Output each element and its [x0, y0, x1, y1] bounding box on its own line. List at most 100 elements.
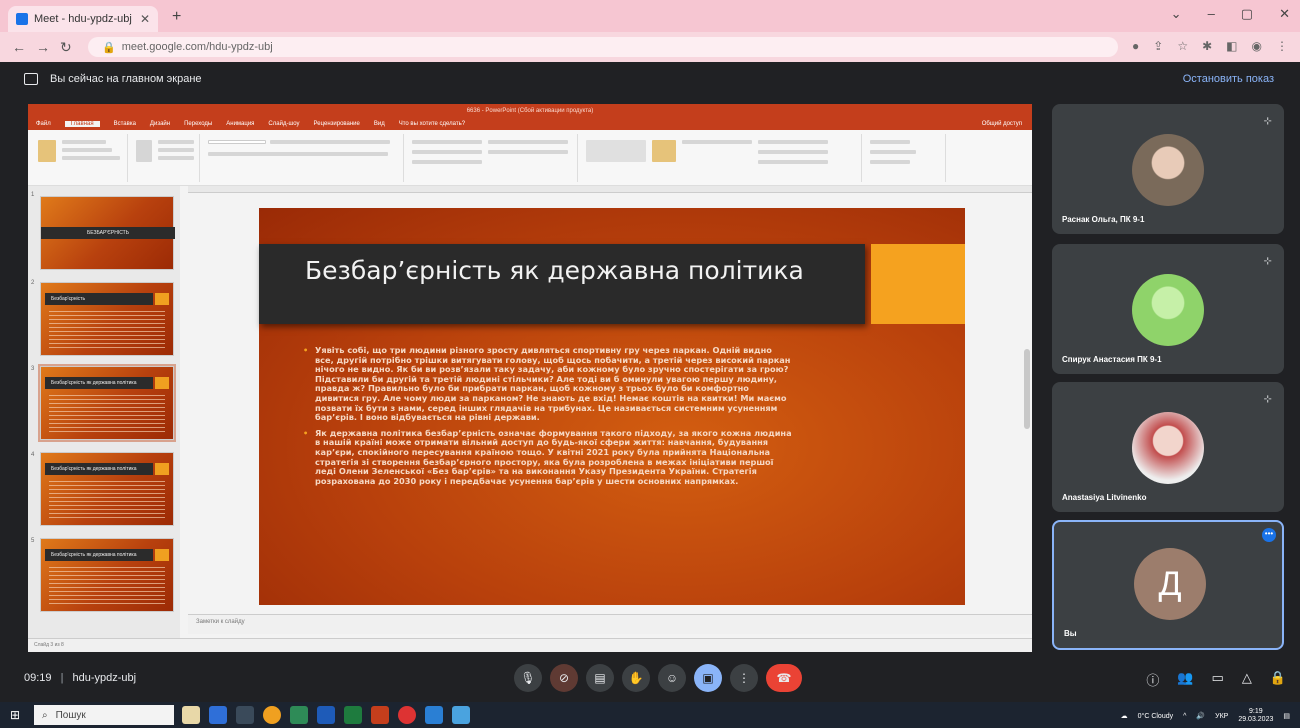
back-icon[interactable]: ← — [12, 39, 26, 55]
ppt-tab-design[interactable]: Дизайн — [150, 121, 170, 127]
chrome-icon[interactable] — [263, 706, 281, 724]
tab-title: Meet - hdu-ypdz-ubj — [34, 13, 132, 25]
captions-icon[interactable]: ▤ — [586, 664, 614, 692]
language[interactable]: УКР — [1215, 713, 1228, 720]
self-tile[interactable]: ••• Д Вы — [1052, 520, 1284, 650]
stop-presenting-button[interactable]: Остановить показ — [1183, 73, 1274, 85]
slide-thumbnail[interactable]: БЕЗБАР'ЄРНІСТЬ — [40, 196, 175, 270]
pin-icon[interactable]: ⊹ — [1264, 394, 1272, 405]
pin-icon[interactable]: ⊹ — [1264, 256, 1272, 267]
ppt-tab-home[interactable]: Главная — [64, 121, 100, 127]
camera-off-icon[interactable]: ⊘ — [550, 664, 578, 692]
present-screen-icon — [24, 73, 38, 85]
pin-icon[interactable]: ⊹ — [1264, 116, 1272, 127]
ppt-tab-animation[interactable]: Анимация — [226, 121, 254, 127]
ppt-share[interactable]: Общий доступ — [982, 121, 1022, 127]
emoji-icon[interactable]: ☺ — [658, 664, 686, 692]
ppt-tab-file[interactable]: Файл — [36, 121, 51, 127]
new-tab-icon[interactable]: + — [172, 8, 181, 26]
share-icon[interactable]: ⇪ — [1153, 39, 1163, 53]
excel-icon[interactable] — [344, 706, 362, 724]
notes-placeholder: Заметки к слайду — [196, 619, 245, 625]
minimize-icon[interactable]: – — [1208, 6, 1215, 22]
ppt-tab-insert[interactable]: Вставка — [114, 121, 136, 127]
close-tab-icon[interactable]: ✕ — [140, 12, 150, 26]
participant-tile[interactable]: ⊹ Раснак Ольга, ПК 9-1 — [1052, 104, 1284, 234]
more-options-icon[interactable]: ⋮ — [730, 664, 758, 692]
reload-icon[interactable]: ↻ — [60, 39, 72, 56]
ppt-tab-slideshow[interactable]: Слайд-шоу — [268, 121, 299, 127]
menu-icon[interactable]: ⋮ — [1276, 39, 1288, 53]
participant-tile[interactable]: ⊹ Anastasiya Litvinenko — [1052, 382, 1284, 512]
extensions-icon[interactable]: ✱ — [1202, 39, 1212, 53]
participant-tile[interactable]: ⊹ Спирук Анастасия ПК 9-1 — [1052, 244, 1284, 374]
app-icon[interactable] — [452, 706, 470, 724]
clock[interactable]: 9:19 29.03.2023 — [1238, 708, 1273, 724]
close-window-icon[interactable]: ✕ — [1279, 6, 1290, 22]
slide-thumbnail-selected[interactable]: Безбар'єрність як державна політика — [38, 364, 176, 442]
thumb-number: 1 — [31, 192, 35, 198]
slide-accent-block — [871, 244, 965, 324]
lock-icon: 🔒 — [102, 41, 116, 54]
people-icon[interactable]: 👥 — [1177, 670, 1193, 689]
more-options-icon[interactable]: ••• — [1262, 528, 1276, 542]
end-call-icon[interactable]: ☎ — [766, 664, 802, 692]
ppt-tab-review[interactable]: Рецензирование — [314, 121, 360, 127]
ribbon-group-drawing — [582, 134, 862, 182]
present-screen-icon[interactable]: ▣ — [694, 664, 722, 692]
sidepanel-icon[interactable]: ◧ — [1226, 39, 1237, 53]
tray-chevron-icon[interactable]: ^ — [1183, 713, 1186, 720]
camera-icon[interactable]: ● — [1132, 39, 1139, 53]
ppt-tab-view[interactable]: Вид — [374, 121, 385, 127]
maximize-icon[interactable]: ▢ — [1241, 6, 1253, 22]
weather-icon[interactable]: ☁ — [1121, 712, 1128, 720]
profile-icon[interactable]: ◉ — [1252, 39, 1262, 53]
ppt-tell-me[interactable]: Что вы хотите сделать? — [399, 121, 465, 127]
widget-icon[interactable] — [182, 706, 200, 724]
ppt-tab-transitions[interactable]: Переходы — [184, 121, 212, 127]
opera-icon[interactable] — [398, 706, 416, 724]
chat-icon[interactable]: ▭ — [1212, 670, 1224, 689]
participant-name: Вы — [1064, 629, 1077, 638]
slide-bullet: Уявіть собі, що три людини різного зрост… — [303, 345, 793, 423]
current-slide[interactable]: Безбар’єрність як державна політика Уяві… — [259, 208, 965, 605]
star-icon[interactable]: ☆ — [1177, 39, 1188, 53]
slide-thumbnail[interactable]: Безбар'єрність як державна політика — [40, 538, 174, 612]
microphone-icon[interactable]: 🎙 — [514, 664, 542, 692]
info-icon[interactable]: ⓘ — [1146, 670, 1159, 689]
forward-icon[interactable]: → — [36, 39, 50, 55]
thumb-number: 2 — [31, 280, 35, 286]
notifications-icon[interactable]: ▤ — [1283, 712, 1290, 720]
window-controls: ⌄ – ▢ ✕ — [1171, 6, 1290, 22]
search-icon: ⌕ — [42, 709, 48, 721]
ppt-status-bar: Слайд 3 из 8 — [28, 638, 1032, 652]
slide-scrollbar[interactable] — [1024, 349, 1030, 429]
slide-bullet: Як державна політика безбар’єрність озна… — [303, 428, 793, 487]
app-icon[interactable] — [209, 706, 227, 724]
address-bar[interactable]: 🔒 meet.google.com/hdu-ypdz-ubj — [88, 37, 1118, 57]
volume-icon[interactable]: 🔊 — [1196, 712, 1205, 720]
notes-pane[interactable]: Заметки к слайду — [188, 614, 1032, 634]
taskbar-search[interactable]: ⌕ Пошук — [34, 705, 174, 725]
app-icon[interactable] — [290, 706, 308, 724]
app-icon[interactable] — [425, 706, 443, 724]
participant-name: Раснак Ольга, ПК 9-1 — [1062, 215, 1145, 224]
call-controls: 🎙 ⊘ ▤ ✋ ☺ ▣ ⋮ ☎ — [514, 664, 802, 692]
browser-tab[interactable]: Meet - hdu-ypdz-ubj ✕ — [8, 6, 158, 32]
windows-start-icon[interactable]: ⊞ — [10, 708, 20, 722]
ppt-window-title: 6636 - PowerPoint (Сбой активации продук… — [28, 104, 1032, 118]
word-icon[interactable] — [317, 706, 335, 724]
search-placeholder: Пошук — [55, 709, 86, 721]
host-controls-icon[interactable]: 🔒 — [1270, 670, 1286, 689]
powerpoint-icon[interactable] — [371, 706, 389, 724]
slide-title: Безбар’єрність як державна політика — [305, 256, 804, 285]
slide-thumbnails-panel[interactable]: 1 БЕЗБАР'ЄРНІСТЬ 2 Безбар'єрність 3 Безб… — [28, 186, 180, 638]
activities-icon[interactable]: △ — [1242, 670, 1252, 689]
task-view-icon[interactable] — [236, 706, 254, 724]
slide-thumbnail[interactable]: Безбар'єрність як державна політика — [40, 452, 174, 526]
meeting-info: 09:19 | hdu-ypdz-ubj — [24, 672, 137, 684]
thumb-title: БЕЗБАР'ЄРНІСТЬ — [41, 227, 175, 239]
slide-thumbnail[interactable]: Безбар'єрність — [40, 282, 174, 356]
chevron-down-icon[interactable]: ⌄ — [1171, 6, 1182, 22]
raise-hand-icon[interactable]: ✋ — [622, 664, 650, 692]
